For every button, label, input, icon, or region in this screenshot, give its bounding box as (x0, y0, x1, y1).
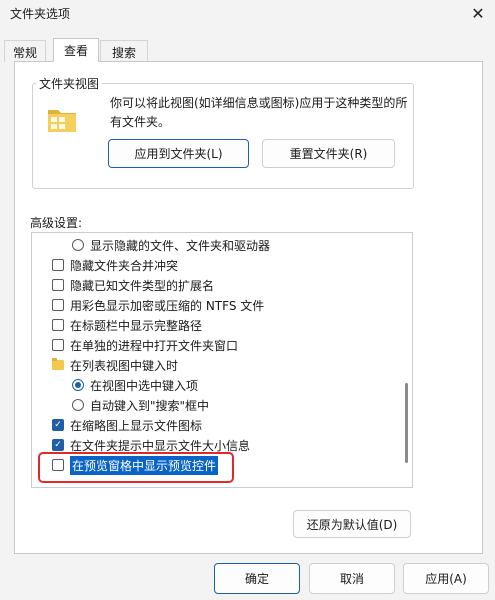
item-label: 在文件夹提示中显示文件大小信息 (70, 438, 251, 453)
folder-icon (52, 358, 64, 370)
item-label: 在单独的进程中打开文件夹窗口 (70, 338, 239, 353)
ok-button[interactable]: 确定 (214, 563, 300, 594)
tab-search[interactable]: 搜索 (100, 40, 148, 62)
checkbox[interactable] (52, 319, 64, 331)
list-item-type-into-search[interactable]: 自动键入到"搜索"框中 (72, 395, 209, 415)
list-item-typing-in-list-view: 在列表视图中键入时 (52, 355, 178, 375)
window-title: 文件夹选项 (10, 7, 71, 21)
close-icon: ✕ (471, 3, 485, 23)
item-label: 在视图中选中键入项 (90, 378, 199, 393)
item-label: 用彩色显示加密或压缩的 NTFS 文件 (70, 298, 265, 313)
tab-general-label: 常规 (12, 46, 37, 60)
checkmark-icon: ✓ (54, 420, 62, 430)
item-label: 隐藏已知文件类型的扩展名 (70, 278, 215, 293)
folder-views-legend: 文件夹视图 (36, 75, 103, 92)
list-item-select-typed-item[interactable]: 在视图中选中键入项 (72, 375, 198, 395)
radio-button[interactable] (72, 239, 84, 251)
list-item-separate-process[interactable]: 在单独的进程中打开文件夹窗口 (52, 335, 238, 355)
item-label: 在列表视图中键入时 (70, 358, 179, 373)
reset-folders-button[interactable]: 重置文件夹(R) (262, 139, 395, 168)
reset-folders-label: 重置文件夹(R) (289, 147, 368, 161)
radio-button[interactable] (72, 399, 84, 411)
highlight-annotation-box (38, 452, 234, 483)
scrollbar-thumb[interactable] (405, 383, 408, 463)
title-bar: 文件夹选项 ✕ (0, 0, 495, 28)
apply-button[interactable]: 应用(A) (403, 563, 489, 594)
cancel-button[interactable]: 取消 (309, 563, 395, 594)
item-label: 显示隐藏的文件、文件夹和驱动器 (90, 238, 271, 253)
list-item-hide-merge-conflicts[interactable]: 隐藏文件夹合并冲突 (52, 255, 178, 275)
apply-to-folders-label: 应用到文件夹(L) (134, 147, 223, 161)
folder-views-description: 你可以将此视图(如详细信息或图标)应用于这种类型的所有文件夹。 (110, 96, 408, 129)
checkbox[interactable] (52, 339, 64, 351)
radio-button[interactable] (72, 379, 84, 391)
list-item-hide-extensions[interactable]: 隐藏已知文件类型的扩展名 (52, 275, 214, 295)
close-button[interactable]: ✕ (461, 0, 495, 26)
folder-icon (46, 104, 78, 139)
ok-label: 确定 (244, 572, 269, 586)
advanced-settings-label: 高级设置: (30, 216, 83, 230)
restore-defaults-button[interactable]: 还原为默认值(D) (293, 510, 411, 538)
advanced-settings-list[interactable]: 显示隐藏的文件、文件夹和驱动器 隐藏文件夹合并冲突 隐藏已知文件类型的扩展名 用… (31, 232, 413, 488)
checkbox[interactable] (52, 299, 64, 311)
apply-label: 应用(A) (425, 572, 467, 586)
checkbox[interactable] (52, 279, 64, 291)
checkbox[interactable]: ✓ (52, 419, 64, 431)
checkmark-icon: ✓ (54, 440, 62, 450)
tab-view[interactable]: 查看 (53, 38, 99, 62)
checkbox[interactable]: ✓ (52, 439, 64, 451)
list-item-show-hidden-files[interactable]: 显示隐藏的文件、文件夹和驱动器 (72, 235, 270, 255)
tab-view-label: 查看 (63, 44, 88, 58)
item-label: 在缩略图上显示文件图标 (70, 418, 203, 433)
list-item-color-ntfs[interactable]: 用彩色显示加密或压缩的 NTFS 文件 (52, 295, 264, 315)
item-label: 隐藏文件夹合并冲突 (70, 258, 179, 273)
item-label: 自动键入到"搜索"框中 (90, 398, 210, 413)
cancel-label: 取消 (339, 572, 364, 586)
tab-search-label: 搜索 (111, 46, 136, 60)
checkbox[interactable] (52, 259, 64, 271)
restore-defaults-label: 还原为默认值(D) (306, 517, 398, 532)
item-label: 在标题栏中显示完整路径 (70, 318, 203, 333)
tab-general[interactable]: 常规 (4, 40, 46, 62)
list-item-full-path-title[interactable]: 在标题栏中显示完整路径 (52, 315, 202, 335)
apply-to-folders-button[interactable]: 应用到文件夹(L) (108, 139, 249, 168)
list-item-file-icon-thumbnails[interactable]: ✓ 在缩略图上显示文件图标 (52, 415, 202, 435)
